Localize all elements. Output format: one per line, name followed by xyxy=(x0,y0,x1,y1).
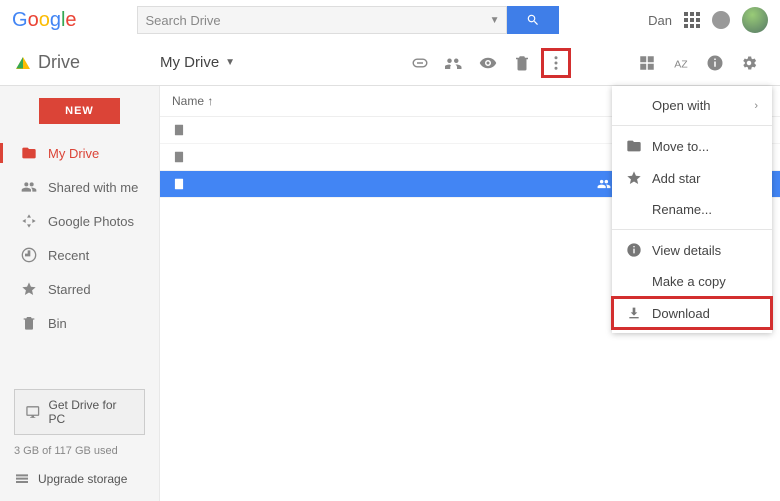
download-icon xyxy=(626,305,642,321)
storage-icon xyxy=(14,471,30,487)
menu-move-to[interactable]: Move to... xyxy=(612,130,772,162)
sidebar-item-my-drive[interactable]: My Drive xyxy=(0,136,159,170)
search-dropdown-icon[interactable]: ▼ xyxy=(490,15,500,26)
drive-logo[interactable]: Drive xyxy=(16,52,160,73)
get-link-button[interactable] xyxy=(405,48,435,78)
sidebar-item-label: My Drive xyxy=(48,146,99,161)
sidebar-item-label: Starred xyxy=(48,282,91,297)
menu-label: Open with xyxy=(652,98,711,113)
storage-text: 3 GB of 117 GB used xyxy=(0,445,159,465)
search-input[interactable]: Search Drive ▼ xyxy=(137,6,507,34)
sidebar-item-label: Google Photos xyxy=(48,214,134,229)
clock-icon xyxy=(20,246,38,264)
menu-label: View details xyxy=(652,243,721,258)
google-logo[interactable]: Google xyxy=(12,9,77,32)
row-name xyxy=(172,177,584,191)
notifications-icon[interactable] xyxy=(712,11,730,29)
menu-open-with[interactable]: Open with › xyxy=(612,90,772,121)
menu-separator xyxy=(612,229,772,230)
upgrade-label: Upgrade storage xyxy=(38,472,127,486)
file-icon xyxy=(172,123,186,137)
header-right: Dan xyxy=(648,7,768,33)
sort-button[interactable]: AZ xyxy=(666,48,696,78)
sidebar-item-label: Bin xyxy=(48,316,67,331)
more-actions-button[interactable] xyxy=(541,48,571,78)
sidebar-item-label: Recent xyxy=(48,248,89,263)
menu-rename[interactable]: Rename... xyxy=(612,194,772,225)
share-button[interactable] xyxy=(439,48,469,78)
header: Google Search Drive ▼ Dan xyxy=(0,0,780,40)
body: NEW My Drive Shared with me Google Photo… xyxy=(0,86,780,501)
trash-icon xyxy=(20,314,38,332)
breadcrumb-label: My Drive xyxy=(160,54,219,71)
row-name xyxy=(172,150,584,164)
menu-label: Rename... xyxy=(652,202,712,217)
info-button[interactable] xyxy=(700,48,730,78)
search-icon xyxy=(526,13,540,27)
menu-label: Add star xyxy=(652,171,700,186)
content: Name ↑ Owner Last me 11 A me 13 A me 8 S… xyxy=(160,86,780,501)
username[interactable]: Dan xyxy=(648,13,672,28)
file-icon xyxy=(172,150,186,164)
search-placeholder: Search Drive xyxy=(146,13,221,28)
menu-download[interactable]: Download xyxy=(612,297,772,329)
sidebar-item-bin[interactable]: Bin xyxy=(0,306,159,340)
context-menu: Open with › Move to... Add star Rename..… xyxy=(612,86,772,333)
grid-view-button[interactable] xyxy=(632,48,662,78)
search-wrap: Search Drive ▼ xyxy=(137,6,559,34)
chevron-down-icon: ▼ xyxy=(225,57,235,68)
sidebar: NEW My Drive Shared with me Google Photo… xyxy=(0,86,160,501)
get-drive-pc-label: Get Drive for PC xyxy=(49,398,134,426)
app-name: Drive xyxy=(38,52,80,73)
info-icon xyxy=(626,242,642,258)
folder-icon xyxy=(626,138,642,154)
folder-icon xyxy=(20,144,38,162)
monitor-icon xyxy=(25,404,41,420)
toolbar-right: AZ xyxy=(632,48,764,78)
col-name-header[interactable]: Name ↑ xyxy=(172,94,624,108)
sidebar-bottom: Get Drive for PC 3 GB of 117 GB used Upg… xyxy=(0,379,159,501)
row-name xyxy=(172,123,584,137)
sidebar-item-starred[interactable]: Starred xyxy=(0,272,159,306)
toolbar xyxy=(405,48,571,78)
menu-make-copy[interactable]: Make a copy xyxy=(612,266,772,297)
new-button[interactable]: NEW xyxy=(39,98,120,124)
menu-view-details[interactable]: View details xyxy=(612,234,772,266)
menu-label: Move to... xyxy=(652,139,709,154)
chevron-right-icon: › xyxy=(754,100,758,112)
sidebar-item-label: Shared with me xyxy=(48,180,138,195)
sidebar-item-shared[interactable]: Shared with me xyxy=(0,170,159,204)
menu-label: Download xyxy=(652,306,710,321)
photos-icon xyxy=(20,212,38,230)
star-icon xyxy=(626,170,642,186)
apps-icon[interactable] xyxy=(684,12,700,28)
sidebar-item-recent[interactable]: Recent xyxy=(0,238,159,272)
preview-button[interactable] xyxy=(473,48,503,78)
avatar[interactable] xyxy=(742,7,768,33)
star-icon xyxy=(20,280,38,298)
menu-separator xyxy=(612,125,772,126)
menu-label: Make a copy xyxy=(652,274,726,289)
people-icon xyxy=(20,178,38,196)
drive-icon xyxy=(16,57,30,69)
trash-button[interactable] xyxy=(507,48,537,78)
settings-button[interactable] xyxy=(734,48,764,78)
app-bar: Drive My Drive ▼ AZ xyxy=(0,40,780,86)
upgrade-storage-button[interactable]: Upgrade storage xyxy=(0,465,159,501)
breadcrumb[interactable]: My Drive ▼ xyxy=(160,54,235,71)
svg-text:AZ: AZ xyxy=(674,58,688,70)
menu-add-star[interactable]: Add star xyxy=(612,162,772,194)
file-icon xyxy=(172,177,186,191)
get-drive-pc-button[interactable]: Get Drive for PC xyxy=(14,389,145,435)
sidebar-item-photos[interactable]: Google Photos xyxy=(0,204,159,238)
search-button[interactable] xyxy=(507,6,559,34)
